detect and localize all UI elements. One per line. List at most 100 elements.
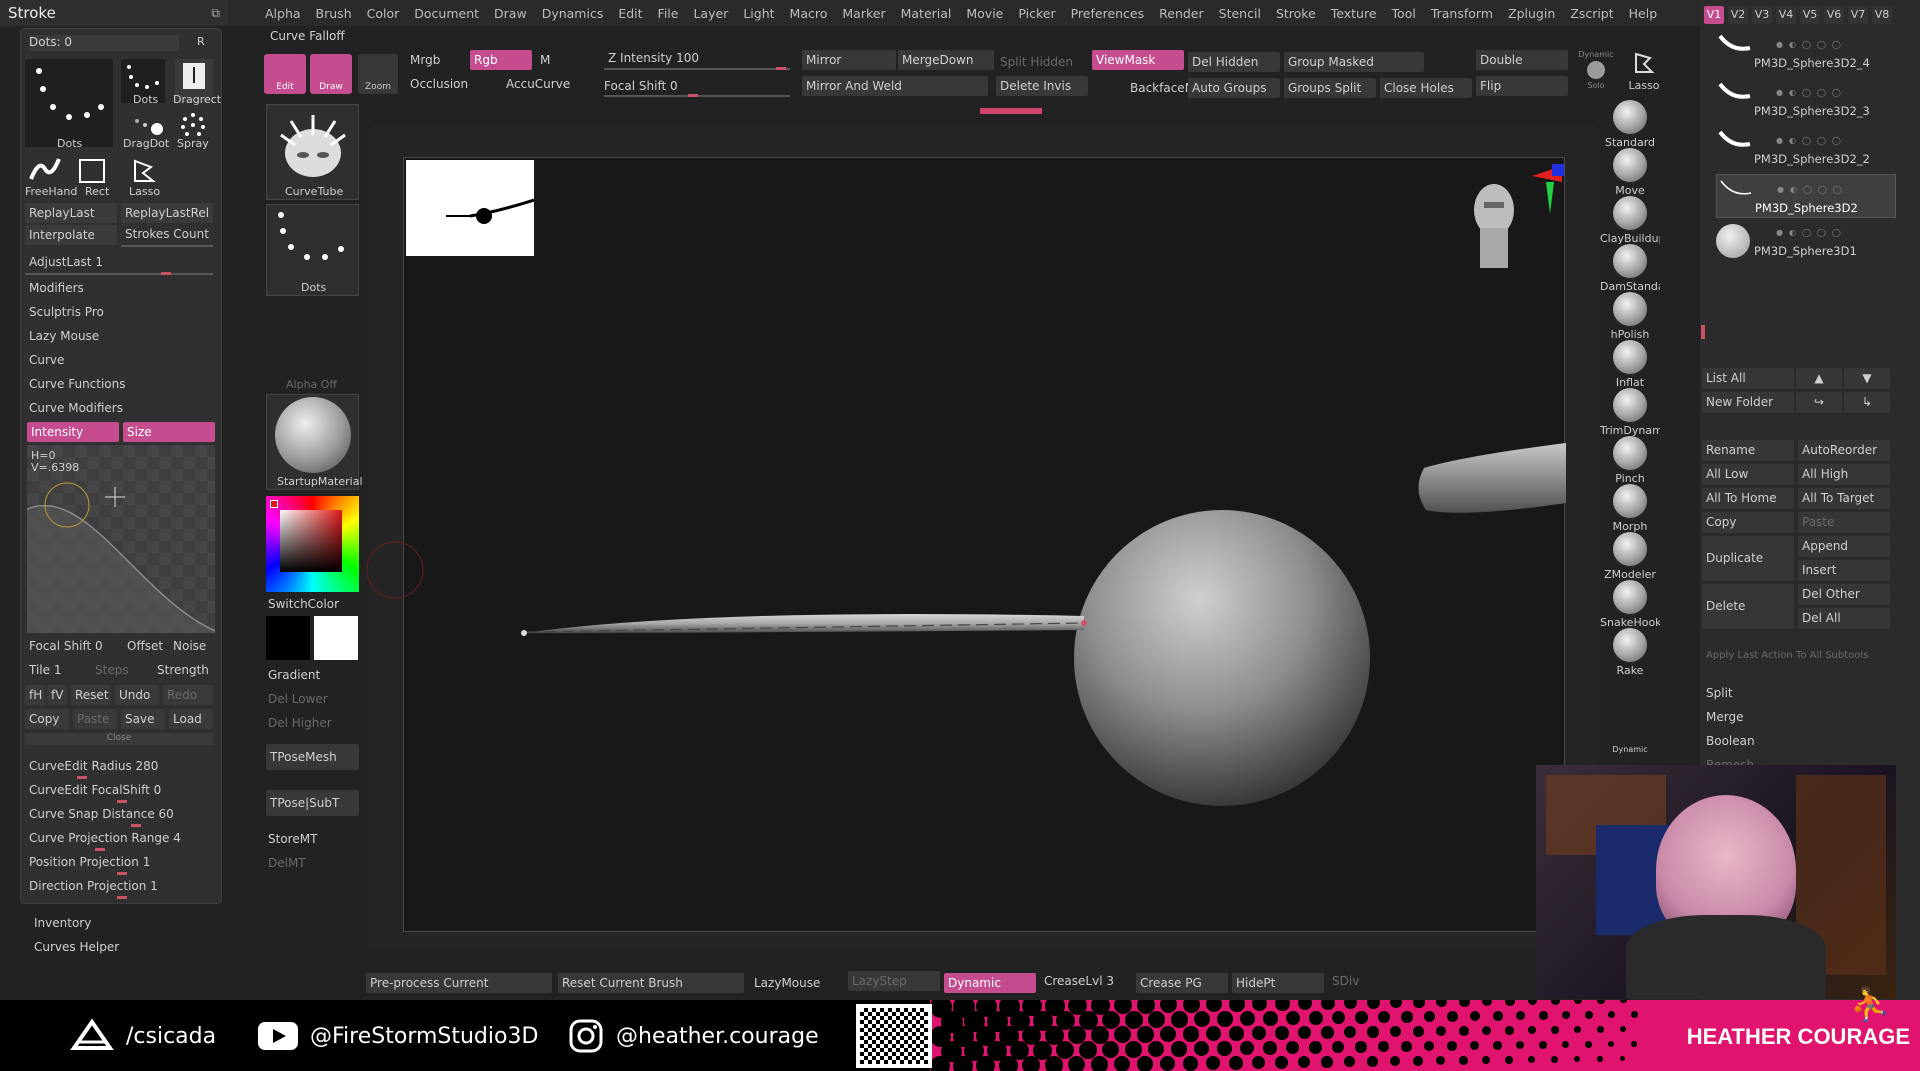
- dots-count[interactable]: Dots: 0: [29, 35, 179, 51]
- tab-v3[interactable]: V3: [1752, 6, 1772, 24]
- adjust-last-slider[interactable]: AdjustLast 1: [29, 255, 103, 269]
- dynamic-button[interactable]: Dynamic: [944, 973, 1036, 993]
- curve-paste-button[interactable]: Paste: [73, 709, 117, 729]
- menu-render[interactable]: Render: [1159, 6, 1204, 21]
- primary-color-swatch[interactable]: [266, 616, 310, 660]
- crease-pg-button[interactable]: Crease PG: [1136, 973, 1228, 993]
- menu-edit[interactable]: Edit: [618, 6, 642, 21]
- tab-v5[interactable]: V5: [1800, 6, 1820, 24]
- flip-h-button[interactable]: fH: [25, 685, 45, 705]
- delete-button[interactable]: Delete: [1702, 584, 1794, 629]
- size-button[interactable]: Size: [123, 422, 215, 442]
- brush-trimdynamic[interactable]: TrimDynamic: [1600, 388, 1660, 437]
- split-section[interactable]: Split: [1706, 686, 1733, 700]
- draw-button[interactable]: Draw: [310, 54, 352, 94]
- brush-zmodeler[interactable]: ZModeler: [1600, 532, 1660, 581]
- menu-stencil[interactable]: Stencil: [1219, 6, 1261, 21]
- mrgb-button[interactable]: Mrgb: [406, 50, 466, 70]
- flip-button[interactable]: Flip: [1476, 76, 1568, 96]
- menu-brush[interactable]: Brush: [316, 6, 352, 21]
- menu-color[interactable]: Color: [367, 6, 400, 21]
- offset-slider[interactable]: Offset: [127, 639, 163, 653]
- boolean-section[interactable]: Boolean: [1706, 734, 1755, 748]
- curves-helper-section[interactable]: Curves Helper: [34, 940, 119, 954]
- curve-save-button[interactable]: Save: [121, 709, 165, 729]
- close-holes-button[interactable]: Close Holes: [1380, 78, 1472, 98]
- visibility-eye-icon[interactable]: ●◐◯◯◯: [1776, 228, 1886, 237]
- lasso-button[interactable]: [129, 157, 159, 185]
- section-sculptris-pro[interactable]: Sculptris Pro: [29, 305, 104, 319]
- replay-last-rel-button[interactable]: ReplayLastRel: [121, 203, 213, 223]
- m-button[interactable]: M: [536, 50, 566, 70]
- del-lower-button[interactable]: Del Lower: [268, 692, 328, 706]
- lasso-select-button[interactable]: Lasso: [1622, 50, 1666, 94]
- folder-share-button[interactable]: ↪: [1796, 392, 1842, 413]
- replay-last-button[interactable]: ReplayLast: [25, 203, 117, 223]
- tpose-mesh-button[interactable]: TPoseMesh: [266, 744, 359, 770]
- tab-v7[interactable]: V7: [1848, 6, 1868, 24]
- edit-button[interactable]: Edit: [264, 54, 306, 94]
- menu-light[interactable]: Light: [743, 6, 774, 21]
- rgb-button[interactable]: Rgb: [470, 50, 532, 70]
- del-mt-button[interactable]: DelMT: [268, 856, 306, 870]
- tab-v1[interactable]: V1: [1704, 6, 1724, 24]
- brush-thumbnail[interactable]: CurveTube: [266, 104, 359, 200]
- artstation-handle[interactable]: /csicada: [70, 1014, 216, 1058]
- flip-v-button[interactable]: fV: [47, 685, 67, 705]
- freehand-button[interactable]: [27, 155, 63, 185]
- subtool-item[interactable]: ●◐◯◯◯ PM3D_Sphere3D2_3: [1716, 78, 1896, 122]
- split-hidden-button[interactable]: Split Hidden: [996, 52, 1088, 72]
- switch-color-button[interactable]: SwitchColor: [268, 597, 339, 611]
- curve-editor[interactable]: H=0 V=.6398: [26, 445, 216, 633]
- curve-reset-button[interactable]: Reset: [71, 685, 111, 705]
- z-intensity-slider[interactable]: Z Intensity 100: [604, 48, 790, 68]
- all-to-target-button[interactable]: All To Target: [1798, 488, 1890, 509]
- strokes-count-slider[interactable]: [121, 245, 213, 247]
- popout-icon[interactable]: ⧉: [211, 6, 220, 21]
- menu-material[interactable]: Material: [901, 6, 952, 21]
- insert-button[interactable]: Insert: [1798, 560, 1890, 581]
- intensity-button[interactable]: Intensity: [27, 422, 119, 442]
- menu-alpha[interactable]: Alpha: [265, 6, 301, 21]
- lazystep-slider[interactable]: LazyStep: [848, 971, 940, 991]
- del-higher-button[interactable]: Del Higher: [268, 716, 332, 730]
- accucurve-button[interactable]: AccuCurve: [502, 74, 582, 94]
- occlusion-button[interactable]: Occlusion: [406, 74, 476, 94]
- secondary-color-swatch[interactable]: [314, 616, 358, 660]
- gradient-button[interactable]: Gradient: [268, 668, 320, 682]
- folder-move-button[interactable]: ↳: [1844, 392, 1890, 413]
- visibility-eye-icon[interactable]: ●◐◯◯◯: [1777, 185, 1887, 194]
- menu-texture[interactable]: Texture: [1331, 6, 1377, 21]
- sdiv-slider[interactable]: SDiv: [1328, 971, 1420, 991]
- color-square[interactable]: [280, 510, 342, 572]
- menu-draw[interactable]: Draw: [494, 6, 527, 21]
- menu-layer[interactable]: Layer: [693, 6, 728, 21]
- section-curve-functions[interactable]: Curve Functions: [29, 377, 126, 391]
- hide-pt-button[interactable]: HidePt: [1232, 973, 1324, 993]
- tab-v8[interactable]: V8: [1872, 6, 1892, 24]
- menu-stroke[interactable]: Stroke: [1276, 6, 1316, 21]
- inventory-section[interactable]: Inventory: [34, 916, 91, 930]
- r-button[interactable]: R: [197, 35, 205, 48]
- navigation-gizmo[interactable]: [1462, 158, 1566, 288]
- subtool-item[interactable]: ●◐◯◯◯ PM3D_Sphere3D1: [1716, 222, 1896, 266]
- append-button[interactable]: Append: [1798, 536, 1890, 557]
- menu-movie[interactable]: Movie: [966, 6, 1003, 21]
- del-hidden-button[interactable]: Del Hidden: [1188, 52, 1280, 72]
- menu-zscript[interactable]: Zscript: [1570, 6, 1613, 21]
- alpha-off-label[interactable]: Alpha Off: [286, 378, 337, 391]
- section-modifiers[interactable]: Modifiers: [29, 281, 84, 295]
- brush-pinch[interactable]: Pinch: [1600, 436, 1660, 485]
- all-low-button[interactable]: All Low: [1702, 464, 1794, 485]
- brush-claybuildup[interactable]: ClayBuildup: [1600, 196, 1660, 245]
- curve-edit-radius-slider[interactable]: CurveEdit Radius 280: [29, 759, 158, 773]
- curve-edit-focal-slider[interactable]: CurveEdit FocalShift 0: [29, 783, 161, 797]
- del-other-button[interactable]: Del Other: [1798, 584, 1890, 605]
- section-curve[interactable]: Curve: [29, 353, 64, 367]
- move-down-button[interactable]: ▼: [1844, 368, 1890, 389]
- curve-redo-button[interactable]: Redo: [163, 685, 213, 705]
- curve-snap-slider[interactable]: Curve Snap Distance 60: [29, 807, 174, 821]
- menu-preferences[interactable]: Preferences: [1071, 6, 1145, 21]
- groups-split-button[interactable]: Groups Split: [1284, 78, 1376, 98]
- visibility-eye-icon[interactable]: ●◐◯◯◯: [1776, 88, 1886, 97]
